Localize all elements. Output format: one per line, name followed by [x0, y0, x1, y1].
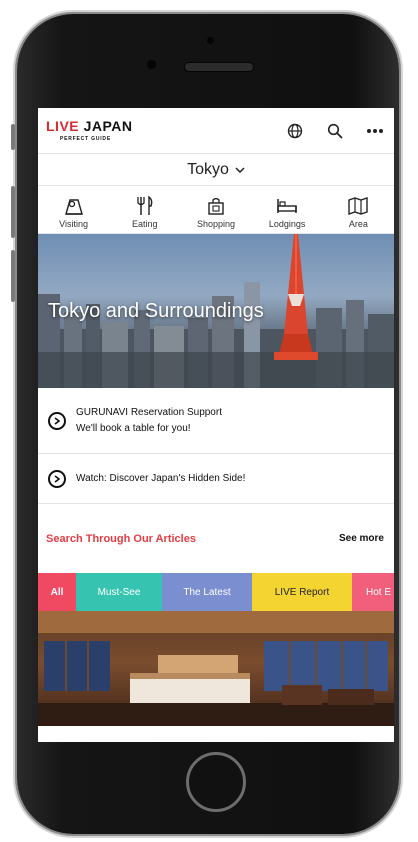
- search-icon[interactable]: [326, 122, 344, 140]
- article-image[interactable]: [38, 611, 394, 726]
- category-label: Area: [348, 219, 368, 229]
- earpiece-speaker: [184, 62, 254, 72]
- tab-live-report[interactable]: LIVE Report: [252, 573, 352, 611]
- logo-subtitle: PERFECT GUIDE: [60, 136, 111, 142]
- arrow-right-circle-icon: [48, 469, 66, 488]
- category-area[interactable]: Area: [328, 194, 388, 229]
- globe-icon[interactable]: [286, 122, 304, 140]
- logo-live: LIVE: [46, 118, 80, 134]
- app-screen: LIVE JAPAN PERFECT GUIDE Tokyo Visiting: [38, 108, 394, 742]
- city-selector[interactable]: Tokyo: [38, 154, 394, 186]
- shopping-bag-icon: [208, 197, 224, 215]
- logo-japan: JAPAN: [83, 118, 133, 134]
- proximity-sensor: [145, 58, 158, 71]
- articles-header: Search Through Our Articles See more: [38, 504, 394, 573]
- article-tabs: All Must-See The Latest LIVE Report Hot …: [38, 573, 394, 611]
- see-more-link[interactable]: See more: [339, 533, 384, 544]
- link-title: GURUNAVI Reservation Support: [76, 406, 222, 418]
- category-label: Visiting: [59, 219, 89, 229]
- front-camera: [207, 37, 214, 44]
- bed-icon: [277, 199, 297, 213]
- header-actions: [286, 122, 384, 140]
- category-visiting[interactable]: Visiting: [44, 194, 104, 229]
- category-label: Eating: [132, 219, 158, 229]
- tab-must-see[interactable]: Must-See: [76, 573, 162, 611]
- hero-title: Tokyo and Surroundings: [48, 300, 264, 322]
- home-button[interactable]: [186, 752, 246, 812]
- sightseeing-icon: [64, 199, 83, 215]
- category-nav: Visiting Eating Shopping Lodgings Area: [38, 186, 394, 234]
- live-japan-logo[interactable]: LIVE JAPAN PERFECT GUIDE: [46, 119, 133, 142]
- link-subtitle: We'll book a table for you!: [76, 422, 191, 434]
- arrow-right-circle-icon: [48, 411, 66, 430]
- silent-switch: [11, 124, 15, 150]
- city-name: Tokyo: [187, 160, 229, 178]
- category-label: Lodgings: [268, 219, 306, 229]
- category-eating[interactable]: Eating: [115, 194, 175, 229]
- category-shopping[interactable]: Shopping: [186, 194, 246, 229]
- gurunavi-reservation-link[interactable]: GURUNAVI Reservation Support We'll book …: [38, 388, 394, 454]
- volume-up-button: [11, 186, 15, 238]
- articles-title: Search Through Our Articles: [46, 532, 196, 545]
- volume-down-button: [11, 250, 15, 302]
- tab-hot-events[interactable]: Hot E: [352, 573, 394, 611]
- category-lodgings[interactable]: Lodgings: [257, 194, 317, 229]
- tab-all[interactable]: All: [38, 573, 76, 611]
- chevron-down-icon: [235, 166, 245, 173]
- map-icon: [348, 197, 369, 215]
- more-icon[interactable]: [366, 122, 384, 140]
- discover-japan-video-link[interactable]: Watch: Discover Japan's Hidden Side!: [38, 454, 394, 504]
- utensils-icon: [137, 195, 153, 215]
- hero-banner[interactable]: Tokyo and Surroundings: [38, 234, 394, 388]
- app-header: LIVE JAPAN PERFECT GUIDE: [38, 108, 394, 154]
- tab-the-latest[interactable]: The Latest: [162, 573, 252, 611]
- hotel-room-image: [38, 611, 394, 726]
- category-label: Shopping: [196, 219, 235, 229]
- link-title: Watch: Discover Japan's Hidden Side!: [76, 472, 246, 484]
